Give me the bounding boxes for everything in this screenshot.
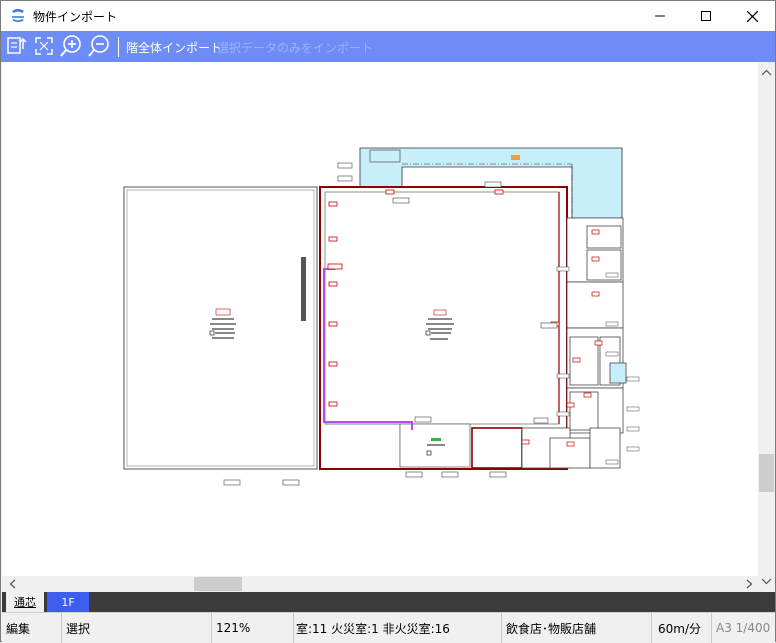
floor-plan-canvas[interactable] [2,62,758,577]
status-mode: 編集 [2,613,62,643]
maximize-icon [701,11,711,21]
fit-icon [35,37,53,55]
status-tool: 選択 [62,613,212,643]
scroll-down-icon[interactable] [758,574,775,588]
zoom-out-button[interactable] [87,34,111,58]
close-icon [746,10,758,22]
status-zoom: 121% [212,613,294,643]
minimize-button[interactable] [637,1,683,31]
partition-bar [301,257,306,321]
import-icon [7,37,27,54]
scroll-right-icon[interactable] [742,576,756,592]
floor-plan-drawing [123,147,640,486]
fit-view-button[interactable] [32,34,56,58]
horizontal-scrollbar[interactable] [2,576,758,592]
floor-tabs: 通芯 1F [2,592,775,612]
import-window: 物件インポート 階全体インポート 選択データのみをインポート 通芯 1F 編集 … [0,0,776,643]
title-bar: 物件インポート [1,1,775,31]
maximize-button[interactable] [683,1,729,31]
zoom-in-icon [60,35,81,57]
close-button[interactable] [729,1,775,31]
zoom-in-button[interactable] [59,34,83,58]
scroll-left-icon[interactable] [6,576,20,592]
import-floor-button[interactable]: 階全体インポート [126,39,222,56]
status-bar: 編集 選択 121% 室:11 火災室:1 非火災室:16 飲食店･物販店舗 6… [2,612,775,643]
tab-grid-lines[interactable]: 通芯 [6,592,44,612]
horizontal-scroll-thumb[interactable] [194,577,242,591]
status-room-count: 室:11 火災室:1 非火災室:16 [294,613,502,643]
import-button[interactable] [5,34,29,58]
zoom-out-icon [88,35,109,57]
status-walk-speed: 60m/分 [652,613,712,643]
status-building-use: 飲食店･物販店舗 [502,613,652,643]
toolbar-separator [118,37,119,57]
scroll-up-icon[interactable] [758,66,775,80]
vertical-scroll-thumb[interactable] [759,454,774,492]
import-selected-button[interactable]: 選択データのみをインポート [217,39,373,56]
status-paper-scale: A3 1/400 [716,621,771,635]
minimize-icon [655,15,665,17]
window-title: 物件インポート [33,10,118,24]
vertical-scrollbar[interactable] [758,62,775,592]
app-logo-icon [12,9,24,22]
toolbar: 階全体インポート 選択データのみをインポート [1,31,775,62]
tab-1f[interactable]: 1F [47,592,89,612]
